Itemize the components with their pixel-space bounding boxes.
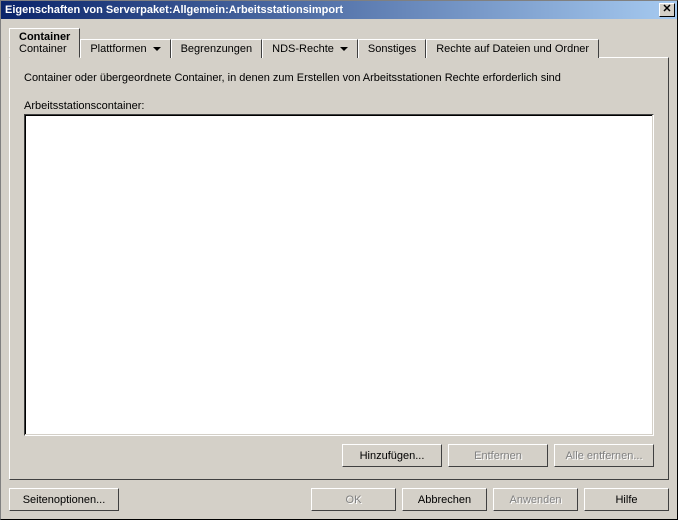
remove-button[interactable]: Entfernen bbox=[448, 444, 548, 467]
title-bar: Eigenschaften von Serverpaket:Allgemein:… bbox=[1, 1, 677, 19]
add-button[interactable]: Hinzufügen... bbox=[342, 444, 442, 467]
tab-sublabel: Container bbox=[19, 43, 70, 55]
tab-plattformen[interactable]: Plattformen bbox=[80, 39, 170, 58]
ok-button[interactable]: OK bbox=[311, 488, 396, 511]
tab-label: Plattformen bbox=[90, 43, 146, 55]
apply-button[interactable]: Anwenden bbox=[493, 488, 578, 511]
chevron-down-icon bbox=[153, 47, 161, 51]
page-options-button[interactable]: Seitenoptionen... bbox=[9, 488, 119, 511]
dialog-footer: Seitenoptionen... OK Abbrechen Anwenden … bbox=[1, 488, 677, 519]
panel-button-row: Hinzufügen... Entfernen Alle entfernen..… bbox=[24, 444, 654, 467]
tab-sonstiges[interactable]: Sonstiges bbox=[358, 39, 426, 58]
close-icon[interactable]: ✕ bbox=[659, 3, 675, 17]
tab-label: Container bbox=[19, 31, 70, 43]
container-list[interactable] bbox=[24, 114, 654, 436]
chevron-down-icon bbox=[340, 47, 348, 51]
tab-label: NDS-Rechte bbox=[272, 43, 334, 55]
help-button[interactable]: Hilfe bbox=[584, 488, 669, 511]
panel-description: Container oder übergeordnete Container, … bbox=[24, 72, 654, 84]
list-label: Arbeitsstationscontainer: bbox=[24, 100, 654, 112]
tab-label: Begrenzungen bbox=[181, 43, 253, 55]
tab-container[interactable]: Container Container bbox=[9, 28, 80, 58]
tab-panel: Container oder übergeordnete Container, … bbox=[9, 57, 669, 480]
client-area: Container Container Plattformen Begrenzu… bbox=[1, 19, 677, 488]
tab-nds-rechte[interactable]: NDS-Rechte bbox=[262, 39, 358, 58]
dialog-window: Eigenschaften von Serverpaket:Allgemein:… bbox=[0, 0, 678, 520]
tab-begrenzungen[interactable]: Begrenzungen bbox=[171, 39, 263, 58]
window-title: Eigenschaften von Serverpaket:Allgemein:… bbox=[3, 4, 659, 16]
tab-label: Rechte auf Dateien und Ordner bbox=[436, 43, 589, 55]
tab-strip: Container Container Plattformen Begrenzu… bbox=[9, 27, 669, 57]
tab-rechte-dateien[interactable]: Rechte auf Dateien und Ordner bbox=[426, 39, 599, 58]
remove-all-button[interactable]: Alle entfernen... bbox=[554, 444, 654, 467]
cancel-button[interactable]: Abbrechen bbox=[402, 488, 487, 511]
tab-label: Sonstiges bbox=[368, 43, 416, 55]
